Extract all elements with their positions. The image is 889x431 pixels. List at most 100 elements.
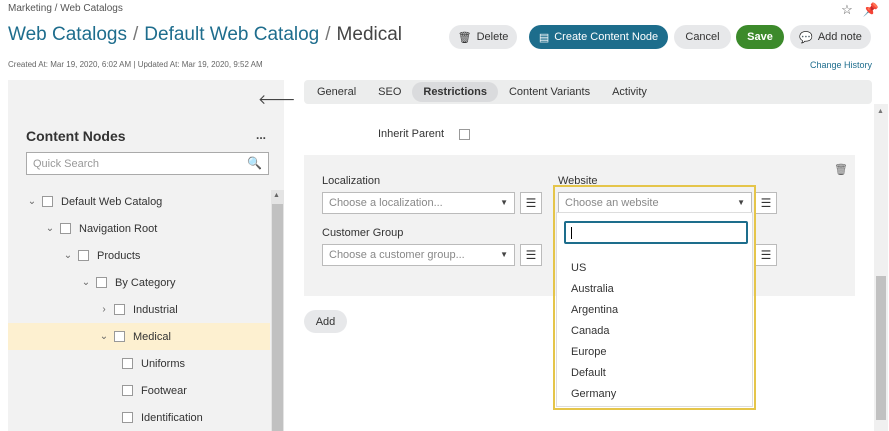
tree-node[interactable]: ⌄ Default Web Catalog (26, 188, 266, 215)
tree-node-label: Medical (133, 330, 171, 343)
localization-select[interactable]: Choose a localization... ▼ (322, 192, 515, 214)
tree-node-label: Footwear (141, 384, 187, 397)
tree-node-label: Default Web Catalog (61, 195, 163, 208)
localization-label: Localization (322, 175, 381, 187)
chevron-down-icon[interactable]: ⌄ (62, 250, 74, 261)
main-scrollbar-thumb[interactable] (876, 276, 886, 420)
breadcrumb[interactable]: Marketing / Web Catalogs (8, 3, 123, 14)
tree-checkbox[interactable] (122, 358, 133, 369)
localization-list-button[interactable]: ☰ (520, 192, 542, 214)
website-list-button[interactable]: ☰ (755, 192, 777, 214)
create-label: Create Content Node (554, 31, 659, 43)
dropdown-option[interactable]: US (571, 262, 586, 274)
customer-group-label: Customer Group (322, 227, 404, 239)
tree-node-selected[interactable]: ⌄ Medical (8, 323, 270, 350)
scroll-up-icon[interactable]: ▲ (273, 192, 280, 199)
tree-checkbox[interactable] (114, 304, 125, 315)
add-restriction-button[interactable]: Add (304, 310, 347, 333)
title-link-default-web-catalog[interactable]: Default Web Catalog (144, 24, 319, 46)
star-icon[interactable]: ☆ (841, 2, 853, 18)
second-row-list-button[interactable]: ☰ (755, 244, 777, 266)
chevron-down-icon: ▼ (500, 250, 508, 259)
pin-icon[interactable]: 📌 (863, 2, 879, 18)
tree-node[interactable]: › Industrial (98, 296, 266, 323)
content-nodes-title: Content Nodes (26, 128, 126, 144)
cancel-button[interactable]: Cancel (674, 25, 731, 49)
dropdown-option[interactable]: Argentina (571, 304, 618, 316)
customer-group-select[interactable]: Choose a customer group... ▼ (322, 244, 515, 266)
quick-search-input[interactable] (27, 153, 237, 174)
chevron-down-icon[interactable]: ⌄ (80, 277, 92, 288)
tree-node-label: Identification (141, 411, 203, 424)
tab-content-variants[interactable]: Content Variants (498, 82, 601, 102)
tree-node-label: Uniforms (141, 357, 186, 370)
chevron-down-icon[interactable]: ⌄ (26, 196, 38, 207)
text-cursor (571, 227, 572, 239)
website-dropdown-search-input[interactable] (564, 221, 748, 244)
trash-icon: 🗑 (457, 31, 472, 44)
save-button[interactable]: Save (736, 25, 784, 49)
delete-label: Delete (476, 31, 509, 43)
tab-general[interactable]: General (306, 82, 367, 102)
change-history-link[interactable]: Change History (810, 60, 872, 70)
scroll-up-icon[interactable]: ▲ (877, 108, 884, 115)
customer-group-list-button[interactable]: ☰ (520, 244, 542, 266)
content-nodes-sidebar: 🡐 Content Nodes ... 🔍 ⌄ Default Web Cata… (8, 80, 296, 431)
tree-node[interactable]: ⌄ By Category (80, 269, 266, 296)
header-icons: ☆ 📌 (841, 2, 879, 18)
dropdown-option[interactable]: Germany (571, 388, 616, 400)
tree-node[interactable]: Footwear (118, 377, 266, 404)
tree-checkbox[interactable] (78, 250, 89, 261)
dropdown-option[interactable]: Default (571, 367, 606, 379)
comment-icon: 💬 (799, 31, 813, 44)
inherit-parent-label: Inherit Parent (378, 128, 445, 140)
dropdown-option[interactable]: Canada (571, 325, 610, 337)
tree-checkbox[interactable] (114, 331, 125, 342)
save-label: Save (747, 31, 773, 43)
add-note-button[interactable]: 💬 Add note (790, 25, 871, 49)
chevron-down-icon[interactable]: ⌄ (44, 223, 56, 234)
tree-node[interactable]: ⌄ Navigation Root (44, 215, 266, 242)
add-note-label: Add note (817, 31, 862, 43)
quick-search-field[interactable]: 🔍 (26, 152, 269, 175)
tree-node-label: Navigation Root (79, 222, 158, 235)
tab-restrictions[interactable]: Restrictions (412, 82, 498, 102)
title-current: Medical (336, 24, 403, 45)
chevron-right-icon[interactable]: › (98, 304, 110, 315)
tab-bar: General SEO Restrictions Content Variant… (304, 80, 872, 104)
tab-activity[interactable]: Activity (601, 82, 658, 102)
tree-node-label: Products (97, 249, 141, 262)
customer-group-placeholder: Choose a customer group... (329, 249, 465, 261)
tree-checkbox[interactable] (96, 277, 107, 288)
create-content-node-button[interactable]: ▤ Create Content Node (529, 25, 668, 49)
more-options-icon[interactable]: ... (256, 128, 266, 142)
trash-icon[interactable]: 🗑 (834, 163, 848, 176)
tree-node[interactable]: Identification (118, 404, 266, 431)
delete-button[interactable]: 🗑 Delete (449, 25, 517, 49)
tree-checkbox[interactable] (122, 385, 133, 396)
list-icon: ☰ (525, 248, 537, 262)
cancel-label: Cancel (685, 31, 720, 43)
chevron-down-icon[interactable]: ⌄ (98, 331, 110, 342)
list-icon: ☰ (760, 248, 772, 262)
collapse-sidebar-icon[interactable]: 🡐 (258, 91, 296, 108)
tree-checkbox[interactable] (60, 223, 71, 234)
document-icon: ▤ (538, 31, 550, 44)
sidebar-scrollbar-thumb[interactable] (272, 204, 283, 431)
tab-seo[interactable]: SEO (367, 82, 412, 102)
localization-placeholder: Choose a localization... (329, 197, 443, 209)
inherit-parent-checkbox[interactable] (459, 129, 470, 140)
tree-node-label: By Category (115, 276, 176, 289)
dropdown-option[interactable]: Australia (571, 283, 614, 295)
title-link-web-catalogs[interactable]: Web Catalogs (8, 24, 127, 46)
search-icon[interactable]: 🔍 (247, 156, 262, 170)
tree-checkbox[interactable] (42, 196, 53, 207)
list-icon: ☰ (760, 196, 772, 210)
title-separator: / (133, 24, 139, 45)
chevron-down-icon: ▼ (500, 198, 508, 207)
dropdown-option[interactable]: Europe (571, 346, 606, 358)
tree-node[interactable]: ⌄ Products (62, 242, 266, 269)
tree-checkbox[interactable] (122, 412, 133, 423)
page-title: Web Catalogs / Default Web Catalog / Med… (8, 24, 402, 46)
tree-node[interactable]: Uniforms (118, 350, 266, 377)
